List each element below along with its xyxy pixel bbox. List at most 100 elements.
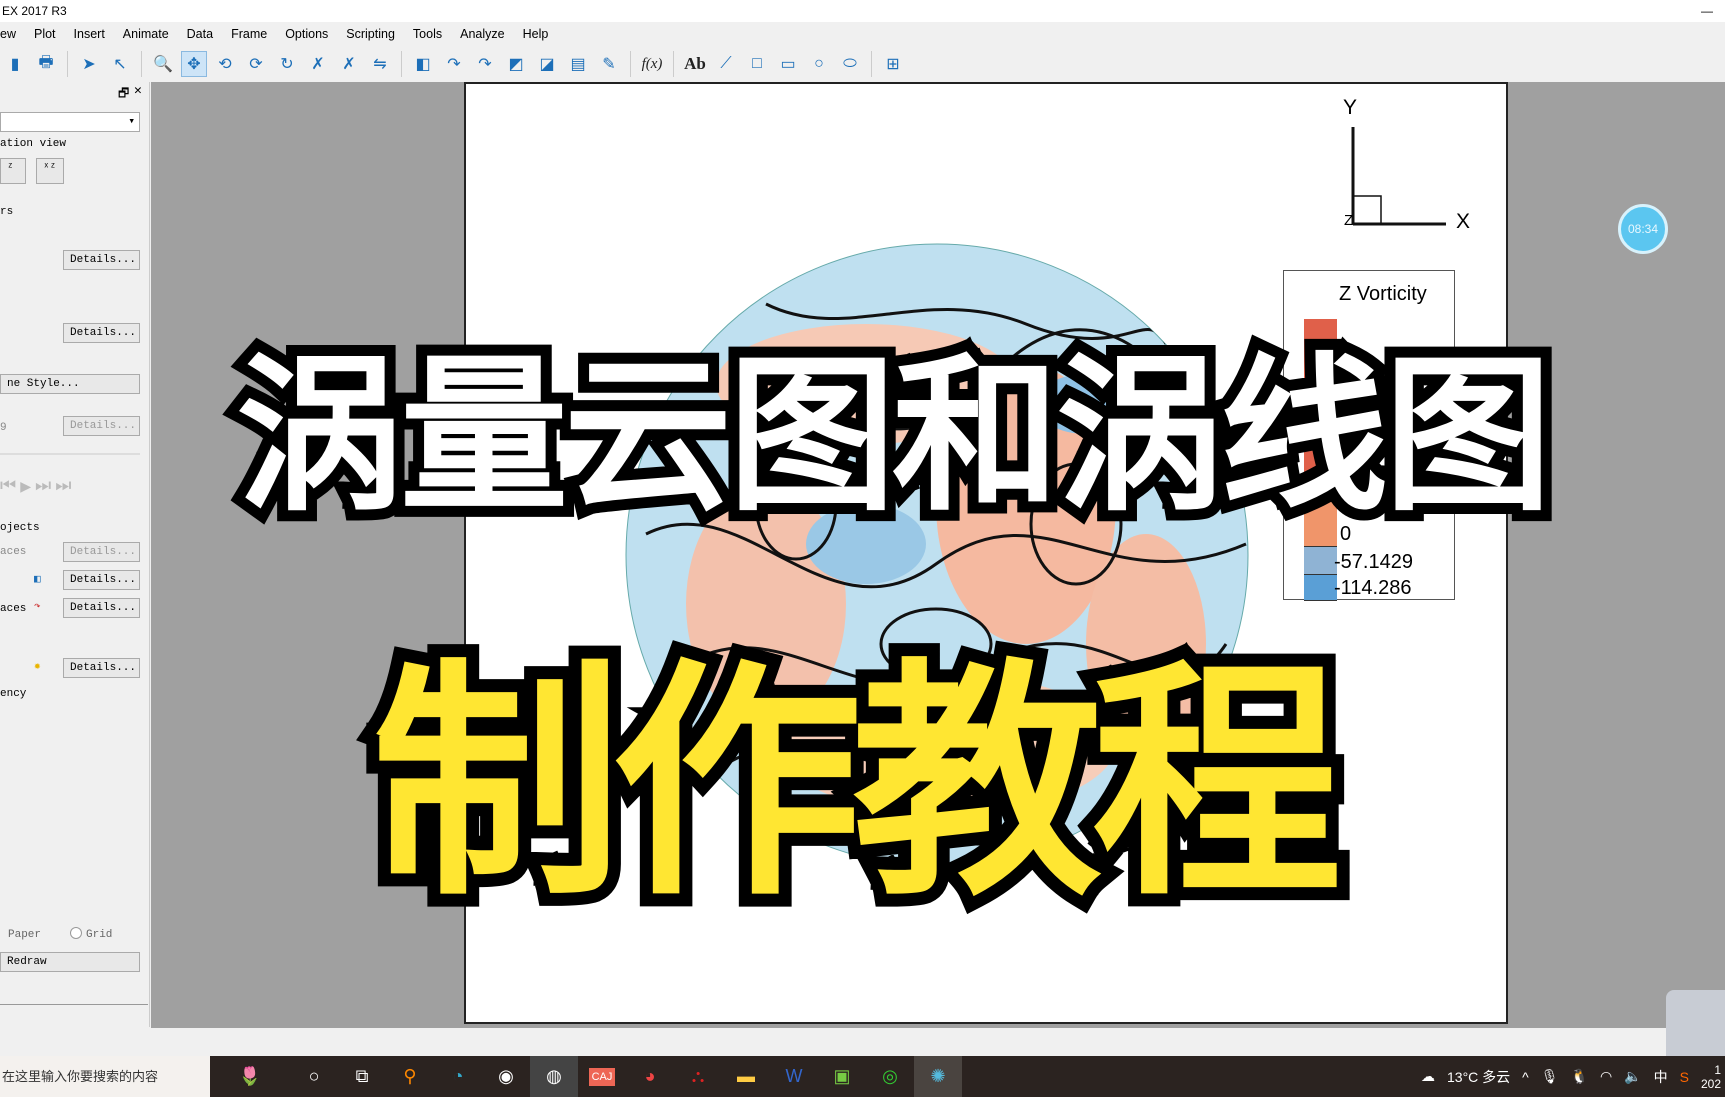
- sogou-icon[interactable]: S: [1680, 1069, 1689, 1085]
- legend-label: -57.1429: [1334, 551, 1413, 573]
- details-button[interactable]: Details...: [63, 658, 140, 678]
- grid-radio[interactable]: [70, 927, 82, 939]
- menu-item[interactable]: Frame: [222, 24, 276, 44]
- line-style-button[interactable]: ne Style...: [0, 374, 140, 394]
- circle-icon[interactable]: ○: [806, 51, 832, 77]
- menu-item[interactable]: Plot: [25, 24, 65, 44]
- translate-icon[interactable]: ✥: [181, 51, 207, 77]
- rotate-icon[interactable]: ⟲: [212, 51, 238, 77]
- step-back-icon[interactable]: ⏮: [0, 476, 16, 498]
- clock[interactable]: 1 202: [1701, 1063, 1721, 1091]
- microphone-icon[interactable]: 🎙: [1541, 1068, 1559, 1085]
- contour-label-icon[interactable]: ▤: [565, 51, 591, 77]
- square-icon[interactable]: □: [744, 51, 770, 77]
- chevron-up-icon[interactable]: ^: [1522, 1069, 1529, 1085]
- toolbar-separator: [871, 51, 872, 77]
- overlay-title-line1: 涡量云图和涡线图: [225, 327, 1563, 545]
- slice-icon[interactable]: ◧: [410, 51, 436, 77]
- details-button[interactable]: Details...: [63, 542, 140, 562]
- pdf-icon[interactable]: ⛬: [674, 1056, 722, 1097]
- menu-item[interactable]: Analyze: [451, 24, 513, 44]
- search-app-icon[interactable]: ⚲: [386, 1056, 434, 1097]
- volume-icon[interactable]: 🔈: [1624, 1068, 1641, 1085]
- recording-timer[interactable]: 08:34: [1618, 204, 1668, 254]
- rotate-y-icon[interactable]: ✗: [336, 51, 362, 77]
- streamtrace-icon[interactable]: ↷: [34, 599, 41, 613]
- task-view-icon[interactable]: ⧉: [338, 1056, 386, 1097]
- toolbar-separator: [67, 51, 68, 77]
- menu-item[interactable]: Insert: [65, 24, 114, 44]
- step-forward-icon[interactable]: ⏭: [35, 476, 51, 498]
- caj-icon[interactable]: CAJ: [578, 1056, 626, 1097]
- sidebar-panel: 🗗 ✕ ▾ ation view ᶻ ˣᶻ rs Details... Deta…: [0, 82, 150, 1027]
- float-icon[interactable]: 🗗: [118, 84, 129, 105]
- chrome-icon[interactable]: ◕: [626, 1056, 674, 1097]
- toolbar-separator: [141, 51, 142, 77]
- frame-icon[interactable]: ⊞: [880, 51, 906, 77]
- rectangle-icon[interactable]: ▭: [775, 51, 801, 77]
- streamtrace-rake-icon[interactable]: ↷: [472, 51, 498, 77]
- lighting-icon[interactable]: ✹: [34, 659, 41, 673]
- adjust-icon[interactable]: ↖: [107, 51, 133, 77]
- polyline-icon[interactable]: ⟋: [713, 51, 739, 77]
- paper-radio[interactable]: Paper: [8, 929, 41, 941]
- deer-widget-icon[interactable]: [1666, 990, 1725, 1056]
- app-icon[interactable]: ◉: [482, 1056, 530, 1097]
- ime-indicator[interactable]: 中: [1654, 1067, 1668, 1087]
- frame-dropdown[interactable]: ▾: [0, 112, 140, 132]
- print-icon[interactable]: 🖶: [33, 51, 59, 77]
- details-button[interactable]: Details...: [63, 250, 140, 270]
- details-button[interactable]: Details...: [63, 323, 140, 343]
- details-button[interactable]: Details...: [63, 570, 140, 590]
- menu-item[interactable]: Animate: [114, 24, 178, 44]
- zoom-icon[interactable]: 🔍: [150, 51, 176, 77]
- menu-item[interactable]: Tools: [404, 24, 451, 44]
- active-app-icon[interactable]: ✺: [914, 1056, 962, 1097]
- app-icon[interactable]: ◍: [530, 1056, 578, 1097]
- legend-label: -114.286: [1334, 577, 1412, 599]
- rotate-x-icon[interactable]: ✗: [305, 51, 331, 77]
- save-icon[interactable]: ▮: [2, 51, 28, 77]
- text-icon[interactable]: Ab: [682, 51, 708, 77]
- edge-icon[interactable]: ◔: [434, 1056, 482, 1097]
- menu-item[interactable]: Data: [178, 24, 222, 44]
- menu-item[interactable]: ew: [0, 24, 25, 44]
- details-button[interactable]: Details...: [63, 598, 140, 618]
- ellipse-icon[interactable]: ⬭: [837, 51, 863, 77]
- spherical-rotate-icon[interactable]: ⟳: [243, 51, 269, 77]
- minimize-button[interactable]: —: [1701, 0, 1713, 22]
- view-zy-button[interactable]: ᶻ: [0, 158, 26, 184]
- details-button[interactable]: Details...: [63, 416, 140, 436]
- word-icon[interactable]: W: [770, 1056, 818, 1097]
- rotate-z-icon[interactable]: ⇋: [367, 51, 393, 77]
- cortana-icon[interactable]: ○: [290, 1056, 338, 1097]
- orientation-label: ation view: [0, 138, 67, 150]
- taskbar-search-input[interactable]: 在这里输入你要搜索的内容: [0, 1056, 210, 1097]
- contour-remove-icon[interactable]: ◪: [534, 51, 560, 77]
- weather-icon: ☁: [1421, 1068, 1435, 1084]
- menu-item[interactable]: Help: [514, 24, 558, 44]
- streamtrace-icon[interactable]: ↷: [441, 51, 467, 77]
- fx-icon[interactable]: f(x): [639, 51, 665, 77]
- tecplot-icon[interactable]: ▣: [818, 1056, 866, 1097]
- menu-bar: ew Plot Insert Animate Data Frame Options Scrip…: [0, 24, 557, 44]
- play-icon[interactable]: ▶: [20, 476, 31, 498]
- file-explorer-icon[interactable]: ▬: [722, 1056, 770, 1097]
- weather-text[interactable]: 13°C 多云: [1447, 1067, 1510, 1087]
- wechat-icon[interactable]: ◎: [866, 1056, 914, 1097]
- menu-item[interactable]: Options: [276, 24, 337, 44]
- surfaces-label: aces: [0, 546, 27, 558]
- slice-icon[interactable]: ◧: [34, 572, 41, 586]
- view-xyz-button[interactable]: ˣᶻ: [36, 158, 64, 184]
- probe-icon[interactable]: ✎: [596, 51, 622, 77]
- rollerball-icon[interactable]: ↻: [274, 51, 300, 77]
- menu-item[interactable]: Scripting: [337, 24, 404, 44]
- redraw-button[interactable]: Redraw: [0, 952, 140, 972]
- toolbar-separator: [401, 51, 402, 77]
- select-icon[interactable]: ➤: [76, 51, 102, 77]
- close-icon[interactable]: ✕: [134, 83, 142, 98]
- last-frame-icon[interactable]: ⏭: [55, 476, 71, 498]
- wifi-icon[interactable]: ◠: [1600, 1068, 1612, 1085]
- contour-add-icon[interactable]: ◩: [503, 51, 529, 77]
- qq-icon[interactable]: 🐧: [1571, 1068, 1588, 1085]
